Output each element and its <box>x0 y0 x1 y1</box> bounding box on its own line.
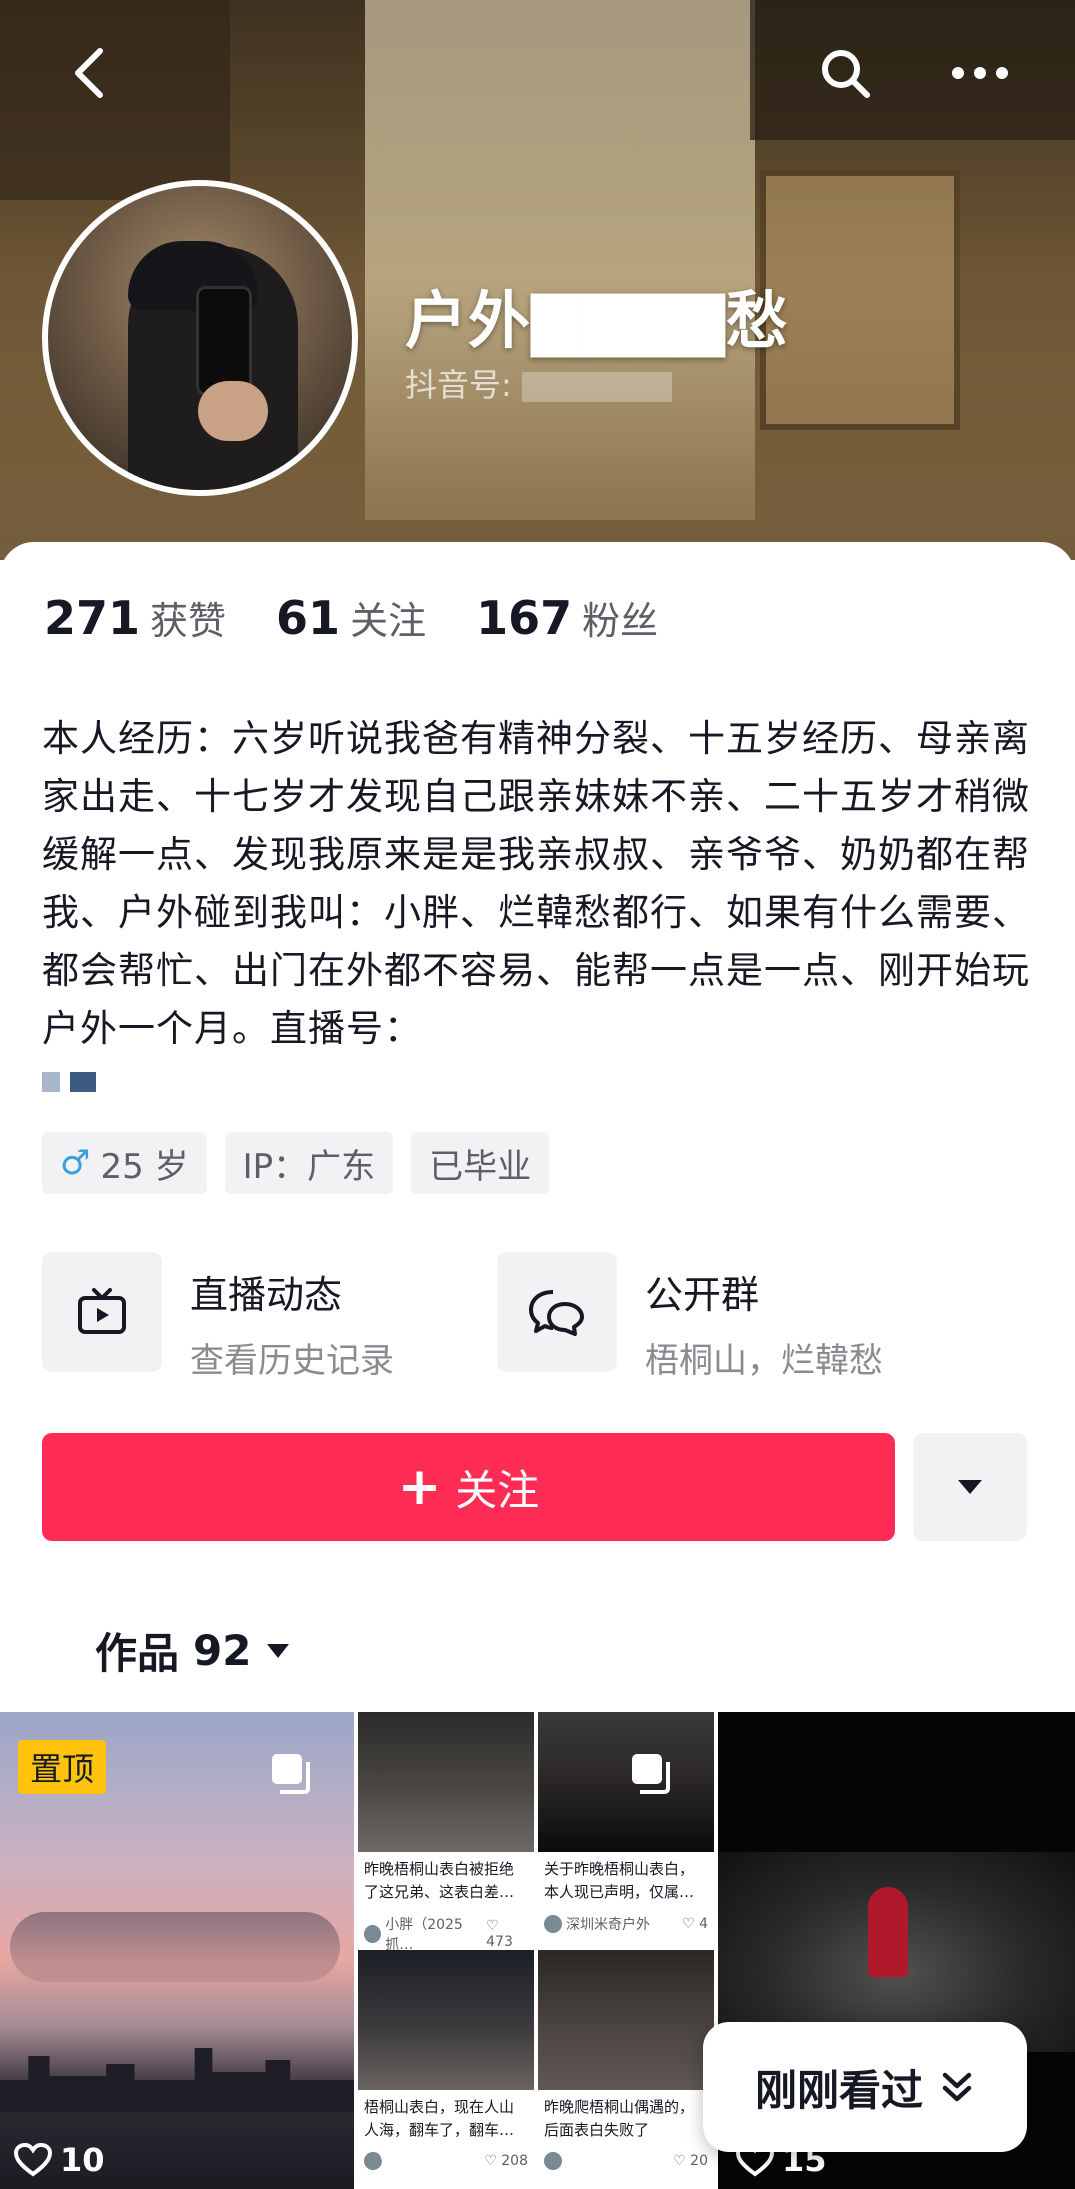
back-arrow-icon <box>75 48 103 98</box>
video-likes: 1 <box>380 2141 448 2179</box>
feature-cards: 直播动态 查看历史记录 公开群 梧桐山，烂韓愁 <box>42 1252 952 1382</box>
collage-likes: ♡ 208 <box>484 2153 528 2169</box>
live-card-subtitle: 查看历史记录 <box>190 1341 394 1381</box>
double-chevron-down-icon <box>942 2072 972 2102</box>
nickname: 户外▇▇▇▇愁 <box>405 284 789 357</box>
works-label: 作品 <box>95 1629 180 1678</box>
collage-image <box>358 1950 534 2090</box>
tab-works[interactable]: 作品 92 <box>95 1620 291 1681</box>
tag-status: 已毕业 <box>411 1132 550 1194</box>
collage-author: 深圳米奇户外 <box>544 1914 650 1934</box>
live-tv-icon <box>42 1252 162 1372</box>
multi-image-icon <box>632 1754 670 1794</box>
stat-likes-value: 271 <box>44 591 141 645</box>
avatar[interactable] <box>42 180 358 496</box>
tag-age-text: 25 岁 <box>100 1146 189 1187</box>
plus-icon: + <box>397 1457 442 1517</box>
collage-likes: ♡ 473 <box>486 1918 513 1950</box>
more-icon <box>952 67 1008 79</box>
collage-meta: ♡ 20 <box>538 2148 714 2174</box>
avatar-phone <box>196 286 252 396</box>
collage-caption: 昨晚梧桐山表白被拒绝了这兄弟、这表白差… <box>364 1860 515 1901</box>
stat-likes[interactable]: 271 获赞 <box>44 590 226 645</box>
pinned-badge: 置顶 <box>18 1740 107 1794</box>
city-skyline <box>0 2048 354 2112</box>
heart-icon <box>380 2143 418 2177</box>
author-avatar <box>544 2152 562 2170</box>
collage-author-name: 深圳米奇户外 <box>566 1917 650 1933</box>
stat-following[interactable]: 61 关注 <box>276 590 426 645</box>
live-card-title: 直播动态 <box>190 1273 343 1317</box>
collage-image <box>538 1950 714 2090</box>
avatar-hand <box>198 381 268 441</box>
stat-followers[interactable]: 167 粉丝 <box>476 590 658 645</box>
collage-likes-count: 208 <box>501 2153 528 2169</box>
collage-author <box>544 2152 566 2170</box>
heart-icon <box>14 2143 52 2177</box>
collage-author-name: 小胖（2025抓… <box>385 1917 463 1953</box>
chat-bubbles-icon <box>497 1252 617 1372</box>
figure-red-dress <box>868 1887 908 1977</box>
user-id-label: 抖音号: <box>405 366 512 404</box>
tag-ip-text: IP：广东 <box>242 1146 376 1187</box>
recently-viewed-label: 刚刚看过 <box>754 2065 923 2115</box>
tag-age: ♂ 25 岁 <box>42 1132 207 1194</box>
male-icon: ♂ <box>60 1143 91 1183</box>
author-avatar <box>544 1915 562 1933</box>
stat-following-label: 关注 <box>350 599 427 643</box>
stat-followers-label: 粉丝 <box>582 599 659 643</box>
group-card-subtitle: 梧桐山，烂韓愁 <box>645 1341 883 1381</box>
tag-status-text: 已毕业 <box>429 1146 532 1187</box>
collage-image <box>358 1712 534 1852</box>
author-avatar <box>364 1925 382 1943</box>
recently-viewed-button[interactable]: 刚刚看过 <box>703 2022 1027 2152</box>
more-button[interactable] <box>945 38 1015 108</box>
back-button[interactable] <box>55 38 125 108</box>
multi-image-icon <box>272 1754 310 1794</box>
bio-redacted-tail <box>42 1072 96 1092</box>
collage-caption: 关于昨晚梧桐山表白，本人现已声明，仅属… <box>544 1860 695 1901</box>
collage-likes-count: 473 <box>486 1934 513 1950</box>
sunset-clouds <box>10 1912 340 1982</box>
user-id-redacted <box>521 372 672 402</box>
video-likes-count: 10 <box>60 2141 105 2179</box>
collage-item: 昨晚爬梧桐山偶遇的，后面表白失败了 ♡ 20 <box>538 1950 714 2174</box>
caret-down-icon <box>267 1643 290 1658</box>
collage-likes-count: 20 <box>690 2153 708 2169</box>
collage-author: 小胖（2025抓… <box>364 1914 486 1954</box>
collage-caption: 梧桐山表白，现在人山人海，翻车了，翻车… <box>364 2098 515 2139</box>
collage-caption: 昨晚爬梧桐山偶遇的，后面表白失败了 <box>544 2098 695 2139</box>
video-likes: 10 <box>14 2141 105 2179</box>
bio-text[interactable]: 本人经历：六岁听说我爸有精神分裂、十五岁经历、母亲离家出走、十七岁才发现自己跟亲… <box>42 710 1037 1058</box>
stat-following-value: 61 <box>276 591 341 645</box>
profile-tags: ♂ 25 岁 IP：广东 已毕业 <box>42 1132 550 1194</box>
search-button[interactable] <box>810 38 880 108</box>
user-id[interactable]: 抖音号: <box>405 360 672 406</box>
live-history-card[interactable]: 直播动态 查看历史记录 <box>42 1252 497 1382</box>
group-card-title: 公开群 <box>645 1273 760 1317</box>
collage-item: 关于昨晚梧桐山表白，本人现已声明，仅属… 深圳米奇户外 ♡ 4 <box>538 1712 714 1938</box>
collage-likes: ♡ 20 <box>673 2153 708 2169</box>
public-group-card[interactable]: 公开群 梧桐山，烂韓愁 <box>497 1252 952 1382</box>
caret-down-icon <box>958 1480 982 1494</box>
collage-meta: 深圳米奇户外 ♡ 4 <box>538 1910 714 1938</box>
stat-likes-label: 获赞 <box>150 599 227 643</box>
stat-followers-value: 167 <box>476 591 573 645</box>
follow-button[interactable]: + 关注 <box>42 1433 895 1541</box>
search-icon <box>822 50 870 98</box>
video-tile[interactable]: 置顶 10 <box>0 1712 354 2189</box>
collage-likes-count: 4 <box>699 1916 708 1932</box>
follow-button-label: 关注 <box>455 1465 540 1515</box>
more-actions-dropdown[interactable] <box>913 1433 1027 1541</box>
video-tile-collage[interactable]: 昨晚梧桐山表白被拒绝了这兄弟、这表白差… 小胖（2025抓… ♡ 473 关于昨… <box>358 1712 716 2189</box>
collage-item: 昨晚梧桐山表白被拒绝了这兄弟、这表白差… 小胖（2025抓… ♡ 473 <box>358 1712 534 1958</box>
tag-ip: IP：广东 <box>224 1132 394 1194</box>
collage-likes: ♡ 4 <box>682 1916 708 1932</box>
stats-row: 271 获赞 61 关注 167 粉丝 <box>44 590 708 645</box>
works-count: 92 <box>193 1626 252 1675</box>
collage-image <box>538 1712 714 1852</box>
video-likes-count: 1 <box>426 2141 449 2179</box>
